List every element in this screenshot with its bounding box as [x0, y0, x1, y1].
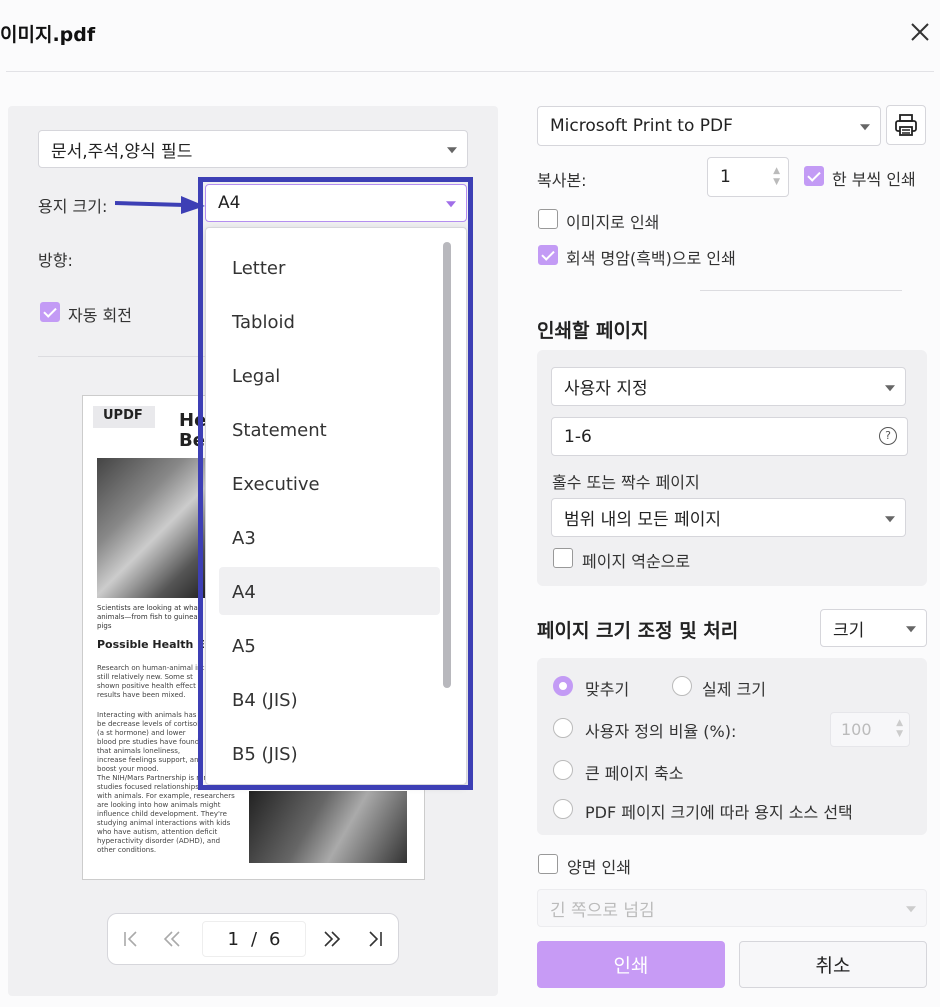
sizing-select[interactable]: 크기 [820, 609, 927, 647]
page-range-input[interactable]: 1-6 ? [551, 417, 908, 456]
fit-radio[interactable] [553, 676, 573, 696]
copies-label: 복사본: [537, 171, 587, 190]
total-pages: 6 [269, 928, 281, 950]
chevron-down-icon [906, 626, 916, 633]
pdf-source-radio[interactable] [553, 799, 573, 819]
auto-rotate-label: 자동 회전 [68, 306, 132, 325]
right-divider [700, 290, 902, 291]
updf-logo: UPDF [93, 406, 155, 428]
paper-size-label: 용지 크기: [38, 197, 108, 216]
grayscale-checkbox[interactable] [538, 245, 558, 265]
orientation-label: 방향: [38, 251, 73, 270]
shrink-radio[interactable] [553, 760, 573, 780]
chevron-down-icon [885, 384, 895, 391]
page-range-value: 1-6 [564, 426, 592, 447]
left-divider [38, 356, 208, 357]
printer-properties-button[interactable] [886, 105, 926, 145]
print-as-image-label: 이미지로 인쇄 [566, 213, 660, 232]
reverse-checkbox[interactable] [553, 548, 573, 568]
chevron-down-icon [447, 147, 457, 154]
chevron-down-icon [906, 906, 916, 913]
custom-scale-label: 사용자 정의 비율 (%): [585, 722, 737, 741]
page-range-select[interactable]: 사용자 지정 [551, 367, 906, 406]
collate-checkbox[interactable] [804, 166, 824, 186]
custom-scale-radio[interactable] [553, 718, 573, 738]
duplex-checkbox[interactable] [538, 854, 558, 874]
grayscale-label: 회색 명암(흑백)으로 인쇄 [566, 249, 736, 268]
chevron-down-icon [860, 124, 870, 131]
annotation-highlight-box [198, 177, 473, 790]
content-select-value: 문서,주석,양식 필드 [51, 141, 193, 162]
odd-even-select[interactable]: 범위 내의 모든 페이지 [551, 498, 906, 537]
odd-even-label: 홀수 또는 짝수 페이지 [552, 473, 700, 492]
close-icon[interactable] [908, 20, 932, 44]
collate-label: 한 부씩 인쇄 [832, 170, 916, 189]
last-page-icon[interactable] [366, 929, 384, 953]
duplex-label: 양면 인쇄 [567, 858, 631, 877]
odd-even-select-value: 범위 내의 모든 페이지 [564, 510, 721, 530]
cancel-button[interactable]: 취소 [739, 941, 927, 988]
printer-value: Microsoft Print to PDF [550, 116, 733, 136]
print-as-image-checkbox[interactable] [538, 209, 558, 229]
content-select[interactable]: 문서,주석,양식 필드 [38, 130, 468, 168]
printer-icon [895, 114, 917, 136]
preview-p1: Research on human-animal int still relat… [97, 664, 205, 699]
actual-size-label: 실제 크기 [702, 680, 766, 699]
pages-heading: 인쇄할 페이지 [537, 320, 649, 342]
printer-select[interactable]: Microsoft Print to PDF [537, 106, 881, 146]
reverse-label: 페이지 역순으로 [582, 552, 691, 571]
custom-scale-value: 100 [841, 720, 872, 739]
page-separator: / [250, 928, 258, 950]
current-page: 1 [227, 928, 239, 950]
actual-size-radio[interactable] [672, 676, 692, 696]
copies-value: 1 [720, 167, 731, 187]
fit-label: 맞추기 [585, 680, 630, 699]
window-title: 이미지.pdf [0, 24, 96, 46]
page-indicator[interactable]: 1 / 6 [202, 921, 306, 957]
first-page-icon[interactable] [122, 929, 140, 953]
copies-input[interactable]: 1 ▲ ▼ [707, 157, 789, 197]
page-range-select-value: 사용자 지정 [564, 379, 648, 399]
sizing-select-value: 크기 [833, 620, 865, 641]
preview-p2: Interacting with animals has be decrease… [97, 711, 203, 773]
prev-page-icon[interactable] [162, 929, 182, 953]
auto-rotate-checkbox[interactable] [40, 302, 60, 322]
shrink-label: 큰 페이지 축소 [585, 764, 684, 783]
flip-select-value: 긴 쪽으로 넘김 [550, 900, 655, 921]
help-icon[interactable]: ? [879, 427, 897, 445]
print-button[interactable]: 인쇄 [537, 941, 725, 988]
pdf-source-label: PDF 페이지 크기에 따라 용지 소스 선택 [585, 803, 853, 822]
page-navigator: 1 / 6 [107, 913, 399, 965]
header-divider [6, 71, 934, 72]
custom-scale-input[interactable]: 100 ▲ ▼ [830, 712, 910, 747]
next-page-icon[interactable] [322, 929, 342, 953]
chevron-down-icon [885, 515, 895, 522]
preview-intro: Scientists are looking at what animals—f… [97, 604, 201, 630]
stepper-icon[interactable]: ▲ ▼ [773, 166, 780, 188]
arrow-icon [114, 195, 207, 219]
dog-image [249, 791, 407, 863]
sizing-heading: 페이지 크기 조정 및 처리 [537, 620, 739, 642]
flip-select[interactable]: 긴 쪽으로 넘김 [537, 889, 927, 927]
cat-image [97, 458, 207, 598]
stepper-icon[interactable]: ▲ ▼ [896, 718, 903, 740]
